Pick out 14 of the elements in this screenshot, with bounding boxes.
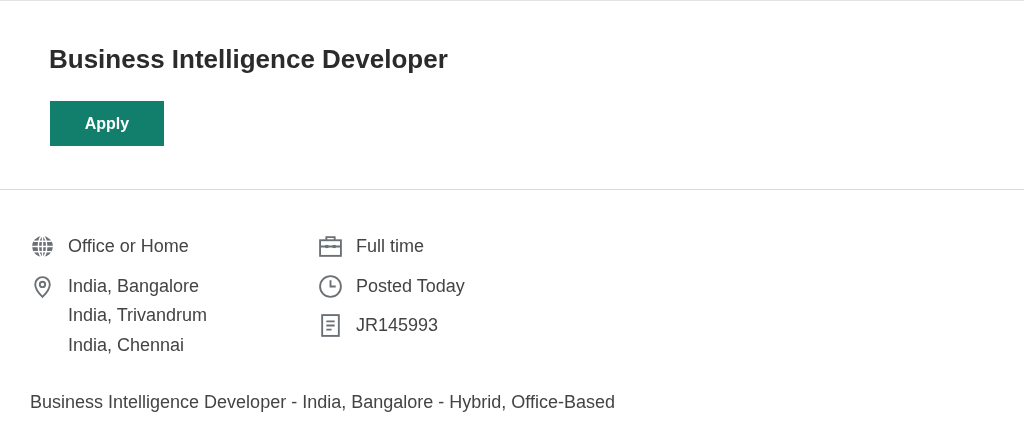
- clock-icon: [318, 273, 343, 299]
- job-title: Business Intelligence Developer: [49, 43, 449, 75]
- detail-text: India, Trivandrum: [68, 304, 208, 327]
- detail-text: Posted Today: [356, 274, 465, 298]
- detail-text: Full time: [356, 235, 424, 258]
- detail-text: India, Bangalore: [68, 274, 201, 298]
- globe-icon: [30, 234, 55, 259]
- apply-button[interactable]: Apply: [50, 101, 164, 146]
- detail-text: Office or Home: [68, 235, 189, 258]
- job-summary: Business Intelligence Developer - India, Bangalore - Hybrid, Office-Based: [30, 391, 616, 414]
- detail-text: India, Chennai: [68, 333, 186, 357]
- document-icon: [318, 313, 343, 338]
- briefcase-icon: [318, 234, 343, 259]
- detail-text: JR145993: [356, 314, 439, 337]
